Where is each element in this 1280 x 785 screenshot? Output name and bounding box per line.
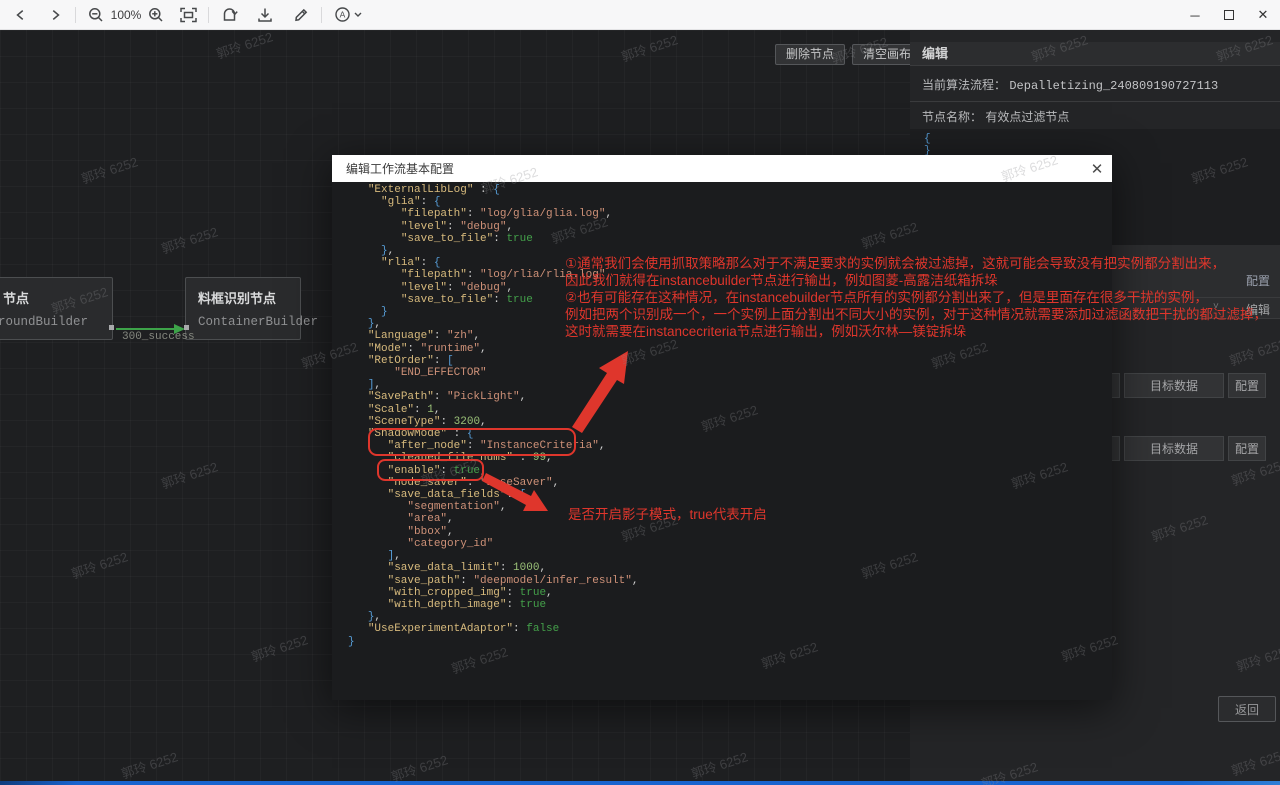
window-maximize-icon[interactable] [1212, 0, 1246, 30]
delete-node-button[interactable]: 删除节点 [775, 44, 845, 65]
target-data-button[interactable]: 目标数据 [1124, 436, 1224, 461]
node-name-label: 节点名称： [922, 110, 982, 124]
fit-screen-icon[interactable] [175, 3, 201, 27]
algorithm-flow-label: 当前算法流程： [922, 78, 1006, 92]
divider [321, 7, 322, 23]
algorithm-flow-row: 当前算法流程： Depalletizing_240809190727113 [910, 66, 1280, 93]
titlebar: 100% [0, 0, 1280, 30]
modal-header: 编辑工作流基本配置 ✕ [332, 155, 1112, 182]
app-window: 删除节点 清空画布 节点 roundBuilder 料框识别节点 Contain… [0, 0, 1280, 785]
code-brace-open: { [924, 133, 931, 145]
workflow-node-background-builder[interactable]: 节点 roundBuilder [0, 277, 113, 340]
node-subtitle: ContainerBuilder [198, 315, 300, 329]
forward-nav-icon[interactable] [42, 3, 68, 27]
node-name-value: 有效点过滤节点 [985, 110, 1069, 124]
node-title: 节点 [3, 288, 112, 307]
zoom-level: 100% [109, 8, 143, 22]
divider [208, 7, 209, 23]
window-minimize-icon[interactable]: ─ [1178, 0, 1212, 30]
zoom-in-icon[interactable] [143, 3, 169, 27]
workflow-config-modal: 编辑工作流基本配置 ✕ "ExternalLibLog" : { "glia":… [332, 155, 1112, 700]
target-data-button[interactable]: 目标数据 [1124, 373, 1224, 398]
workflow-node-container-builder[interactable]: 料框识别节点 ContainerBuilder [185, 277, 301, 340]
modal-title: 编辑工作流基本配置 [332, 160, 1082, 177]
back-button[interactable]: 返回 [1218, 696, 1276, 722]
chevron-down-icon[interactable]: ˅ [1213, 301, 1219, 312]
node-title: 料框识别节点 [198, 288, 300, 307]
auto-layout-menu-icon[interactable]: A [329, 3, 369, 27]
modal-body: "ExternalLibLog" : { "glia": { "filepath… [332, 182, 1112, 700]
back-nav-icon[interactable] [8, 3, 34, 27]
rotate-icon[interactable] [216, 3, 242, 27]
close-icon[interactable]: ✕ [1082, 160, 1112, 178]
taskbar-edge [0, 781, 1280, 785]
panel-title: 编辑 [910, 42, 1280, 66]
node-subtitle: roundBuilder [0, 315, 112, 329]
zoom-out-icon[interactable] [83, 3, 109, 27]
configure-button[interactable]: 配置 [1228, 436, 1266, 461]
algorithm-flow-value: Depalletizing_240809190727113 [1009, 79, 1218, 93]
edit-link[interactable]: 编辑 [1246, 301, 1270, 318]
edge-port-out[interactable] [109, 325, 114, 330]
edge-port-in[interactable] [184, 325, 189, 330]
configure-button[interactable]: 配置 [1228, 373, 1266, 398]
svg-text:A: A [340, 10, 346, 20]
download-icon[interactable] [252, 3, 278, 27]
workflow-json-editor[interactable]: "ExternalLibLog" : { "glia": { "filepath… [348, 184, 638, 648]
window-close-icon[interactable]: ✕ [1246, 0, 1280, 30]
divider [75, 7, 76, 23]
edge-label: 300_success [122, 331, 195, 343]
edit-pencil-icon[interactable] [288, 3, 314, 27]
configure-link[interactable]: 配置 [1246, 272, 1270, 289]
node-name-row: 节点名称： 有效点过滤节点 [910, 102, 1280, 125]
